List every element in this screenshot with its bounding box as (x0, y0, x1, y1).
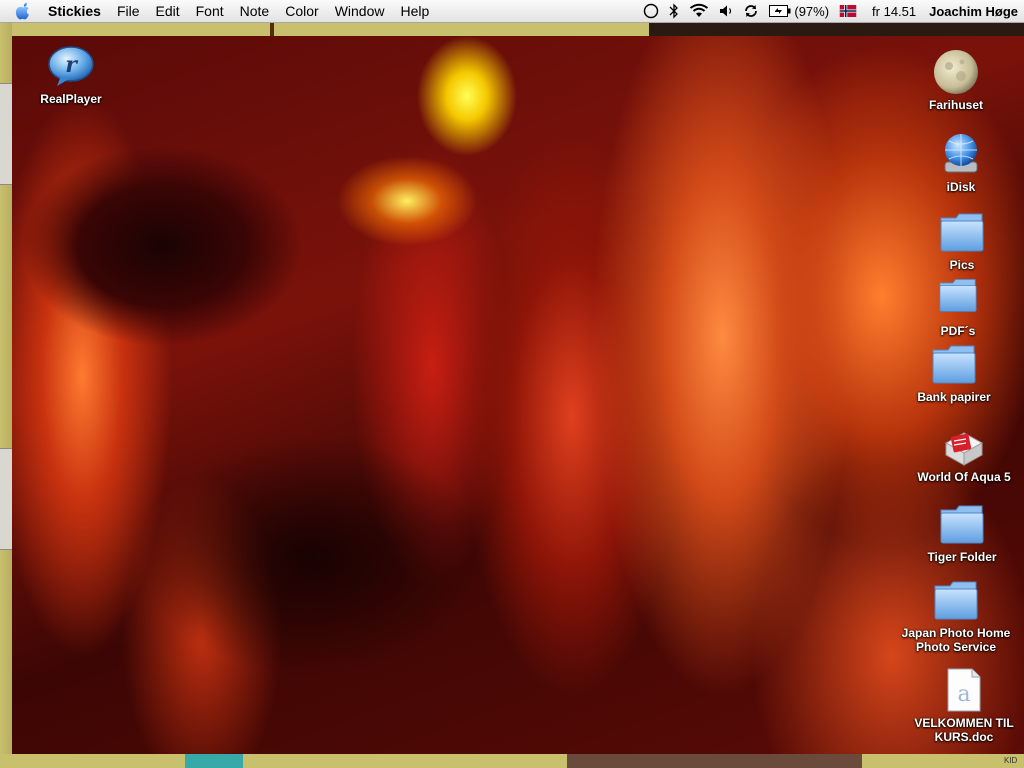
folder-icon (938, 208, 986, 256)
circle-status-icon[interactable] (643, 0, 659, 22)
icon-label: Japan Photo Home (901, 626, 1011, 640)
word-document-icon: a (940, 666, 988, 714)
desktop-icon-idisk[interactable]: iDisk (906, 130, 1016, 194)
battery-status[interactable]: (97%) (769, 0, 829, 22)
window-edge-dark (649, 23, 1024, 36)
sync-icon[interactable] (743, 0, 759, 22)
menu-help[interactable]: Help (392, 0, 437, 22)
installer-package-icon (940, 420, 988, 468)
moon-disk-icon (932, 48, 980, 96)
volume-icon[interactable] (719, 0, 733, 22)
window-scroll-segment[interactable] (0, 83, 12, 185)
menu-edit[interactable]: Edit (148, 0, 188, 22)
icon-label: Bank papirer (917, 390, 991, 404)
desktop-icon-world-of-aqua[interactable]: World Of Aqua 5 (909, 420, 1019, 484)
desktop-wallpaper (12, 36, 1024, 754)
desktop-icon-velkommen-doc[interactable]: a VELKOMMEN TIL KURS.doc (909, 666, 1019, 744)
icon-label: PDF´s (940, 324, 976, 338)
icon-label: Photo Service (915, 640, 997, 654)
icon-label: Farihuset (928, 98, 983, 112)
idisk-globe-icon (937, 130, 985, 178)
icon-label: RealPlayer (40, 92, 102, 106)
menu-window[interactable]: Window (327, 0, 393, 22)
menu-file[interactable]: File (109, 0, 148, 22)
menu-app-stickies[interactable]: Stickies (42, 0, 109, 22)
apple-menu-icon[interactable] (12, 0, 34, 22)
desktop-icon-farihuset[interactable]: Farihuset (901, 48, 1011, 112)
desktop-icon-tiger-folder[interactable]: Tiger Folder (907, 500, 1017, 564)
background-window-bottom-edge: KID (0, 754, 1024, 768)
folder-icon (938, 500, 986, 548)
svg-text:a: a (957, 682, 970, 707)
menu-user-name[interactable]: Joachim Høge (929, 0, 1018, 22)
norwegian-flag-icon[interactable] (839, 0, 857, 22)
battery-icon (769, 5, 791, 17)
background-window-top-edge (12, 23, 1024, 36)
background-window-left-edge[interactable] (0, 23, 12, 768)
desktop-icon-pdfs[interactable]: PDF´s (903, 274, 1013, 338)
realplayer-icon: r (47, 42, 95, 90)
desktop-icon-japan-photo[interactable]: Japan Photo Home Photo Service (901, 576, 1011, 654)
menu-font[interactable]: Font (188, 0, 232, 22)
menu-bar: Stickies File Edit Font Note Color Windo… (0, 0, 1024, 23)
menu-clock[interactable]: fr 14.51 (872, 0, 916, 22)
bluetooth-icon[interactable] (669, 0, 679, 22)
folder-icon (934, 274, 982, 316)
desktop-icon-bank-papirer[interactable]: Bank papirer (899, 340, 1009, 404)
menu-color[interactable]: Color (277, 0, 326, 22)
wifi-icon[interactable] (689, 0, 709, 22)
menu-note[interactable]: Note (232, 0, 278, 22)
folder-icon (932, 576, 980, 624)
icon-label: KURS.doc (934, 730, 994, 744)
edge-label: KID (1004, 756, 1018, 765)
window-edge-teal (185, 754, 243, 768)
window-edge-dark (567, 754, 862, 768)
desktop-icon-pics[interactable]: Pics (907, 208, 1017, 272)
window-scroll-segment[interactable] (0, 448, 12, 550)
desktop-icon-realplayer[interactable]: r RealPlayer (16, 42, 126, 106)
icon-label: VELKOMMEN TIL (914, 716, 1014, 730)
battery-percent: (97%) (794, 3, 830, 19)
icon-label: Tiger Folder (927, 550, 997, 564)
window-edge-divider (270, 23, 274, 36)
icon-label: World Of Aqua 5 (917, 470, 1011, 484)
svg-text:r: r (65, 52, 78, 78)
icon-label: Pics (949, 258, 975, 272)
folder-icon (930, 340, 978, 388)
icon-label: iDisk (946, 180, 976, 194)
